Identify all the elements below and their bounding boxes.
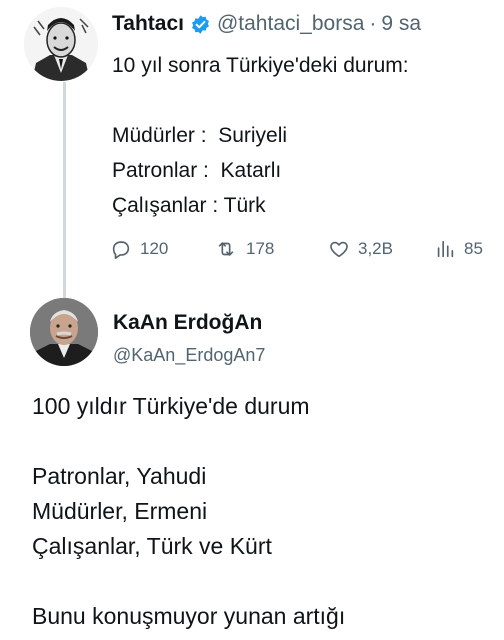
tweet2-handle[interactable]: @KaAn_ErdogAn7	[113, 345, 265, 366]
thread-connector-line	[63, 82, 66, 304]
views-button[interactable]: 85	[434, 238, 483, 260]
retweet-icon	[218, 242, 234, 256]
tweet2-line: Bunu konuşmuyor yunan artığı	[32, 603, 346, 629]
tweet1-avatar[interactable]	[24, 7, 98, 81]
tweet1-line: Müdürler : Suriyeli	[112, 124, 288, 147]
reply-count: 120	[140, 239, 169, 258]
tweet2-line	[32, 564, 345, 599]
tweet2-line: Çalışanlar, Türk ve Kürt	[32, 533, 272, 559]
tweet2-line: Müdürler, Ermeni	[32, 498, 208, 524]
reply-icon	[112, 241, 130, 259]
tweet2-line: Patronlar, Yahudi	[32, 463, 207, 489]
like-icon	[330, 241, 348, 258]
tweet1-text: 10 yıl sonra Türkiye'deki durum: Müdürle…	[112, 48, 409, 223]
views-count: 85	[464, 239, 483, 258]
like-count: 3,2B	[358, 239, 393, 258]
tweet1-action-bar: 120 178 3,2B 85	[110, 234, 500, 264]
tweet1-author-name[interactable]: Tahtacı	[112, 12, 184, 36]
like-button[interactable]: 3,2B	[328, 238, 393, 260]
verified-badge-icon	[190, 14, 211, 35]
tweet1-header: Tahtacı @tahtaci_borsa · 9 sa	[112, 12, 421, 36]
tweet2-author-name[interactable]: KaAn ErdoğAn	[113, 311, 262, 335]
tweet2-avatar[interactable]	[30, 298, 98, 366]
tweet1-handle[interactable]: @tahtaci_borsa	[217, 12, 364, 36]
tweet1-line: Patronlar : Katarlı	[112, 159, 282, 182]
tweet1-line	[112, 83, 409, 118]
tweet2-text: 100 yıldır Türkiye'de durum Patronlar, Y…	[32, 389, 345, 634]
tweet1-separator: ·	[369, 12, 377, 35]
tweet2-line: 100 yıldır Türkiye'de durum	[32, 393, 310, 419]
retweet-count: 178	[246, 239, 275, 258]
tweet1-line: Çalışanlar : Türk	[112, 194, 266, 217]
tweet2-line	[32, 424, 345, 459]
tweet1-line: 10 yıl sonra Türkiye'deki durum:	[112, 54, 409, 77]
retweet-button[interactable]: 178	[214, 238, 274, 260]
tweet1-timestamp[interactable]: 9 sa	[381, 12, 421, 36]
reply-button[interactable]: 120	[110, 238, 168, 260]
views-icon	[437, 240, 454, 258]
